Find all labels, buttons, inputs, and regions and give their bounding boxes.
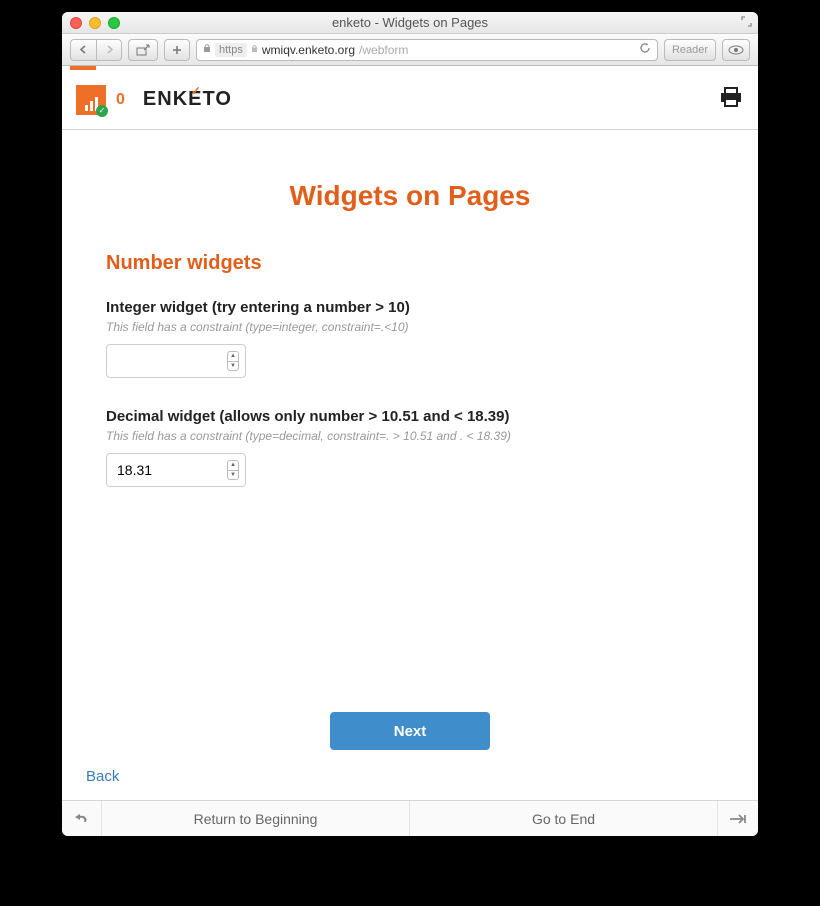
window-title: enketo - Widgets on Pages: [62, 15, 758, 30]
browser-window: enketo - Widgets on Pages https: [62, 12, 758, 836]
browser-toolbar: https wmiqv.enketo.org/webform Reader: [62, 34, 758, 66]
back-link[interactable]: Back: [86, 768, 119, 785]
url-host: wmiqv.enketo.org: [262, 43, 355, 57]
fullscreen-icon[interactable]: [741, 16, 752, 30]
new-tab-button[interactable]: [164, 39, 190, 61]
active-tab-indicator: [70, 66, 96, 70]
form-body: Widgets on Pages Number widgets Integer …: [62, 130, 758, 702]
decimal-label: Decimal widget (allows only number > 10.…: [106, 408, 714, 425]
lock-icon: [203, 43, 211, 56]
app-header: ✓ 0 ✓ ENKETO: [62, 70, 758, 130]
queue-icon[interactable]: ✓: [76, 85, 106, 115]
integer-hint: This field has a constraint (type=intege…: [106, 320, 714, 334]
page-title: Widgets on Pages: [106, 180, 714, 212]
go-to-end-icon-button[interactable]: [718, 801, 758, 836]
decimal-hint: This field has a constraint (type=decima…: [106, 429, 714, 443]
refresh-button[interactable]: [639, 42, 651, 57]
brand-logo: ✓ ENKETO: [143, 88, 232, 111]
decimal-field: Decimal widget (allows only number > 10.…: [106, 408, 714, 487]
form-footer: Next Back: [62, 702, 758, 800]
forward-button[interactable]: [96, 39, 122, 61]
lock-small-icon: [251, 44, 258, 55]
web-inspector-button[interactable]: [722, 39, 750, 61]
scheme-label: https: [215, 43, 247, 57]
next-button[interactable]: Next: [330, 712, 490, 750]
share-button[interactable]: [128, 39, 158, 61]
integer-label: Integer widget (try entering a number > …: [106, 299, 714, 316]
address-bar[interactable]: https wmiqv.enketo.org/webform: [196, 39, 658, 61]
titlebar: enketo - Widgets on Pages: [62, 12, 758, 34]
nav-buttons: [70, 39, 122, 61]
queue-counter: 0: [116, 91, 125, 109]
print-button[interactable]: [718, 86, 744, 113]
integer-field: Integer widget (try entering a number > …: [106, 299, 714, 378]
go-to-end-button[interactable]: Go to End: [410, 801, 718, 836]
reader-button[interactable]: Reader: [664, 39, 716, 61]
back-button[interactable]: [70, 39, 96, 61]
return-to-beginning-button[interactable]: Return to Beginning: [102, 801, 410, 836]
bottom-nav: Return to Beginning Go to End: [62, 800, 758, 836]
return-icon-button[interactable]: [62, 801, 102, 836]
page-content: ✓ 0 ✓ ENKETO Widgets on Pages Number wid…: [62, 66, 758, 836]
integer-stepper[interactable]: ▲▼: [227, 351, 239, 371]
decimal-value: 18.31: [117, 462, 152, 478]
decimal-input[interactable]: 18.31 ▲▼: [106, 453, 246, 487]
url-path: /webform: [359, 43, 408, 57]
section-title: Number widgets: [106, 252, 714, 275]
decimal-stepper[interactable]: ▲▼: [227, 460, 239, 480]
check-icon: ✓: [96, 105, 108, 117]
brand-text: ENKETO: [143, 88, 232, 110]
integer-input[interactable]: ▲▼: [106, 344, 246, 378]
